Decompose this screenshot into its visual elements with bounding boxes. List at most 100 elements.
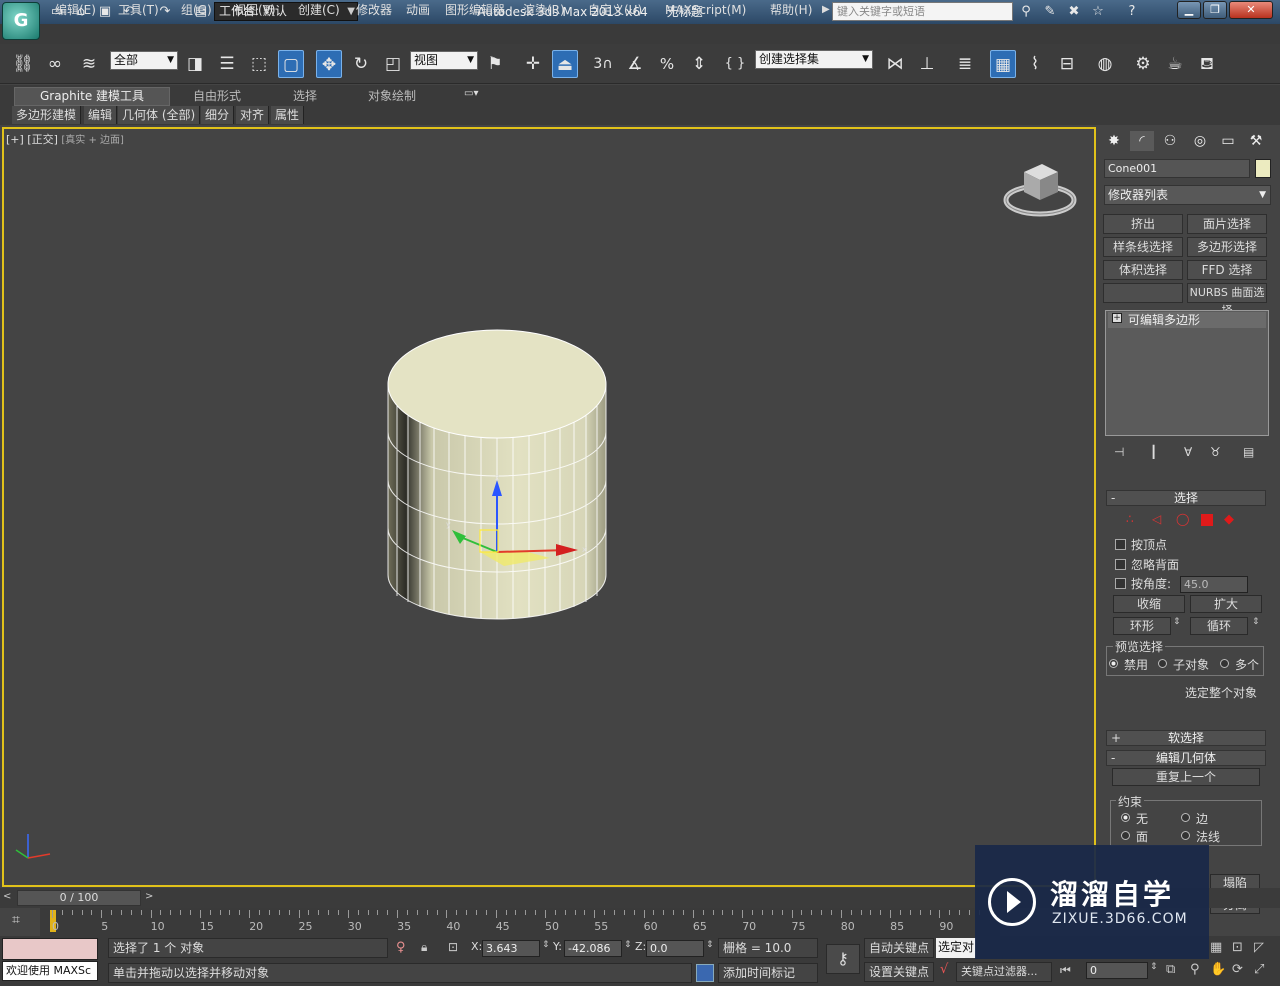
menu-customize[interactable]: 自定义(U) xyxy=(588,0,642,20)
ring-spinner-icon[interactable]: ⇕ xyxy=(1173,617,1181,627)
material-editor-icon[interactable]: ◍ xyxy=(1092,50,1118,78)
cylinder-object[interactable]: z x y xyxy=(380,320,616,630)
hierarchy-tab-icon[interactable]: ⚇ xyxy=(1158,131,1182,151)
expand-icon[interactable]: + xyxy=(1112,313,1122,323)
object-name-field[interactable]: Cone001 xyxy=(1104,159,1250,178)
preview-subobj-radio[interactable] xyxy=(1158,659,1167,668)
modifier-nurbs-select-button[interactable]: NURBS 曲面选择 xyxy=(1187,283,1267,317)
percent-snap-icon[interactable]: % xyxy=(654,50,680,78)
menu-edit[interactable]: 编辑(E) xyxy=(55,0,96,20)
motion-tab-icon[interactable]: ◎ xyxy=(1188,131,1212,151)
subscription-icon[interactable]: ✎ xyxy=(1041,3,1059,20)
ribbon-options-icon[interactable]: ▭▾ xyxy=(464,88,478,99)
field-of-view-icon[interactable]: ◸ xyxy=(1254,940,1264,955)
preview-off-radio[interactable] xyxy=(1109,659,1118,668)
pin-stack-icon[interactable]: ⊣ xyxy=(1114,445,1124,459)
modifier-volume-select-button[interactable]: 体积选择 xyxy=(1103,260,1183,280)
align-icon[interactable]: ⊥ xyxy=(914,50,940,78)
search-expand-icon[interactable]: ▶ xyxy=(822,4,830,15)
x-spinner-icon[interactable]: ⇕ xyxy=(542,940,550,950)
stack-item-editable-poly[interactable]: + 可编辑多边形 xyxy=(1108,312,1266,328)
window-crossing-icon[interactable]: ▢ xyxy=(278,50,304,78)
menu-maxscript[interactable]: MAXScript(M) xyxy=(665,0,746,20)
rollout-edit-geometry-header[interactable]: - 编辑几何体 xyxy=(1106,750,1266,766)
select-and-scale-icon[interactable]: ◰ xyxy=(380,50,406,78)
auto-key-button[interactable]: 自动关键点 xyxy=(864,938,934,958)
current-frame-field[interactable]: 0 xyxy=(1086,962,1148,979)
unlink-icon[interactable]: ∞ xyxy=(42,50,68,78)
spinner-snap-icon[interactable]: ⇕ xyxy=(686,50,712,78)
render-production-icon[interactable]: ⛾ xyxy=(1194,50,1220,78)
named-selection-dropdown[interactable]: 创建选择集 ▼ xyxy=(755,50,873,69)
shrink-button[interactable]: 收缩 xyxy=(1113,595,1185,613)
display-tab-icon[interactable]: ▭ xyxy=(1216,131,1240,151)
time-next-icon[interactable]: > xyxy=(145,891,153,902)
modifier-list-dropdown[interactable]: 修改器列表 ▼ xyxy=(1104,185,1271,205)
rectangle-selection-icon[interactable]: ⬚ xyxy=(246,50,272,78)
go-to-start-icon[interactable]: ⏮ xyxy=(1060,963,1071,978)
key-filters-button[interactable]: 关键点过滤器... xyxy=(956,962,1052,982)
rollout-soft-selection-header[interactable]: + 软选择 xyxy=(1106,730,1266,746)
pivot-center-icon[interactable]: ⚑ xyxy=(482,50,508,78)
mirror-icon[interactable]: ⋈ xyxy=(882,50,908,78)
viewport-label[interactable]: [+] [正交] [真实 + 边面] xyxy=(6,131,124,147)
create-tab-icon[interactable]: ✸ xyxy=(1102,131,1126,151)
object-color-swatch[interactable] xyxy=(1255,159,1271,178)
configure-modifier-sets-icon[interactable]: ▤ xyxy=(1243,445,1254,459)
menu-views[interactable]: 视图(V) xyxy=(234,0,276,20)
viewcube-icon[interactable] xyxy=(1002,158,1078,220)
menu-graph-editors[interactable]: 图形编辑器 xyxy=(445,0,505,20)
edit-named-selection-icon[interactable]: { } xyxy=(722,50,748,78)
key-filter-curve-icon[interactable]: √ xyxy=(940,962,948,977)
loop-spinner-icon[interactable]: ⇕ xyxy=(1252,617,1260,627)
selection-lock-icon[interactable]: 🔒︎ xyxy=(421,940,427,955)
timeline-track[interactable] xyxy=(40,908,1000,936)
modifier-poly-select-button[interactable]: 多边形选择 xyxy=(1187,237,1267,257)
subtab-properties[interactable]: 属性 xyxy=(271,106,305,124)
subtab-edit[interactable]: 编辑 xyxy=(84,106,118,124)
subtab-align[interactable]: 对齐 xyxy=(236,106,270,124)
absolute-mode-icon[interactable]: ⊡ xyxy=(448,940,458,954)
edge-mode-icon[interactable]: ◁ xyxy=(1152,512,1161,526)
zoom-icon[interactable]: ⚲ xyxy=(1190,962,1200,977)
menu-group[interactable]: 组(G) xyxy=(181,0,212,20)
time-slider[interactable]: 0 / 100 xyxy=(17,890,141,906)
vertex-mode-icon[interactable]: ∴ xyxy=(1126,512,1134,526)
menu-rendering[interactable]: 渲染(R) xyxy=(523,0,565,20)
maxscript-listener[interactable] xyxy=(2,938,98,960)
z-spinner-icon[interactable]: ⇕ xyxy=(706,940,714,950)
subtab-polygon-modeling[interactable]: 多边形建模 xyxy=(12,106,82,124)
select-and-rotate-icon[interactable]: ↻ xyxy=(348,50,374,78)
ignore-backfacing-checkbox[interactable] xyxy=(1115,559,1126,570)
y-spinner-icon[interactable]: ⇕ xyxy=(624,940,632,950)
repeat-last-button[interactable]: 重复上一个 xyxy=(1112,768,1260,786)
menu-help[interactable]: 帮助(H) xyxy=(770,0,812,20)
keyboard-shortcut-override-icon[interactable]: ⏏ xyxy=(552,50,578,78)
rollout-selection-header[interactable]: - 选择 xyxy=(1106,490,1266,506)
binoculars-icon[interactable]: ⚲ xyxy=(1017,3,1035,20)
constraint-face-radio[interactable] xyxy=(1121,831,1130,840)
maximize-viewport-icon[interactable]: ⤢ xyxy=(1254,962,1264,977)
modify-tab-icon[interactable]: ◜ xyxy=(1130,131,1154,151)
constraint-normal-radio[interactable] xyxy=(1181,831,1190,840)
loop-button[interactable]: 循环 xyxy=(1190,617,1248,635)
communication-center-icon[interactable]: ✖ xyxy=(1065,3,1083,20)
angle-spinner[interactable]: 45.0 xyxy=(1180,576,1248,593)
constraint-none-radio[interactable] xyxy=(1121,813,1130,822)
bind-space-warp-icon[interactable]: ≋ xyxy=(76,50,102,78)
element-mode-icon[interactable]: ◆ xyxy=(1224,512,1234,527)
menu-modifiers[interactable]: 修改器 xyxy=(356,0,392,20)
minimize-button[interactable]: ▁ xyxy=(1177,1,1201,19)
app-logo-icon[interactable]: G xyxy=(2,2,40,40)
mini-curve-editor-icon[interactable]: ⌗ xyxy=(12,912,20,928)
select-by-name-icon[interactable]: ☰ xyxy=(214,50,240,78)
viewport-label-view[interactable]: [+] [正交] xyxy=(6,133,58,146)
set-key-button[interactable]: 设置关键点 xyxy=(864,962,934,982)
add-time-tag-button[interactable]: 添加时间标记 xyxy=(718,963,818,983)
border-mode-icon[interactable]: ◯ xyxy=(1176,512,1189,526)
tab-selection[interactable]: 选择 xyxy=(293,88,317,105)
maximize-button[interactable]: ❐ xyxy=(1203,1,1227,19)
search-input[interactable]: 键入关键字或短语 xyxy=(832,2,1013,21)
time-tag-icon[interactable] xyxy=(696,964,714,982)
modifier-patch-select-button[interactable]: 面片选择 xyxy=(1187,214,1267,234)
